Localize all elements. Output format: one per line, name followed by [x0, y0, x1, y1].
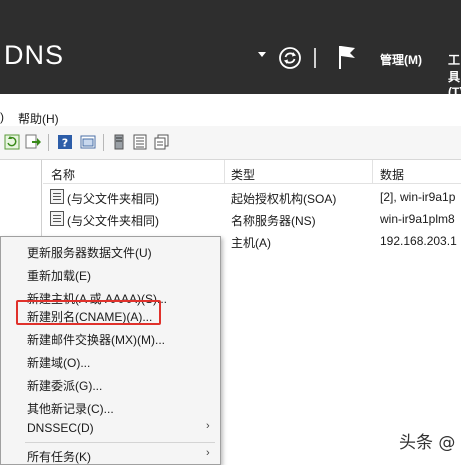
toolbar-separator	[103, 134, 104, 151]
help-icon[interactable]: ?	[57, 134, 73, 150]
record-icon	[50, 189, 64, 204]
context-menu: 更新服务器数据文件(U) 重新加载(E) 新建主机(A 或 AAAA)(S)..…	[0, 236, 221, 465]
column-header-name[interactable]: 名称	[51, 166, 75, 183]
properties-icon[interactable]	[80, 134, 96, 150]
tools-menu[interactable]: 工具(T)	[448, 51, 461, 99]
column-header-type[interactable]: 类型	[231, 166, 255, 183]
menu-item-new-mail-exchanger[interactable]: 新建邮件交换器(MX)(M)...	[27, 331, 165, 348]
copy-icon[interactable]	[154, 134, 170, 150]
column-divider[interactable]	[224, 160, 225, 184]
record-name: (与父文件夹相同)	[67, 214, 159, 228]
table-row[interactable]: (与父文件夹相同) 起始授权机构(SOA) [2], win-ir9a1p	[43, 186, 461, 208]
export-icon[interactable]	[25, 134, 41, 150]
svg-text:?: ?	[62, 137, 68, 150]
toolbar-divider	[314, 48, 316, 68]
menu-item-dnssec[interactable]: DNSSEC(D)	[27, 421, 94, 435]
menu-item-new-domain[interactable]: 新建域(O)...	[27, 354, 90, 371]
flag-icon[interactable]	[336, 44, 358, 70]
record-type: 起始授权机构(SOA)	[231, 192, 337, 206]
list-icon[interactable]	[132, 134, 148, 150]
record-name: (与父文件夹相同)	[67, 192, 159, 206]
menu-bar: ) 帮助(H)	[0, 94, 461, 126]
record-data: [2], win-ir9a1p	[380, 190, 456, 204]
menu-separator	[25, 442, 215, 443]
record-data: win-ir9a1plm8	[380, 212, 455, 226]
toolbar: ?	[0, 126, 461, 160]
list-header: 名称 类型 数据	[43, 160, 461, 184]
menu-item-help[interactable]: 帮助(H)	[18, 110, 59, 127]
server-icon[interactable]	[111, 134, 127, 150]
menu-item-all-tasks[interactable]: 所有任务(K)	[27, 448, 91, 465]
dropdown-arrow-icon[interactable]	[258, 52, 266, 57]
submenu-arrow-icon: ›	[206, 420, 210, 432]
menu-item-new-delegation[interactable]: 新建委派(G)...	[27, 377, 102, 394]
menu-item-reload[interactable]: 重新加载(E)	[27, 267, 91, 284]
toolbar-separator	[48, 134, 49, 151]
column-header-data[interactable]: 数据	[380, 166, 404, 183]
manage-menu[interactable]: 管理(M)	[380, 51, 422, 68]
menu-item-update-server-data[interactable]: 更新服务器数据文件(U)	[27, 244, 152, 261]
column-divider[interactable]	[372, 160, 373, 184]
refresh-tool-icon[interactable]	[4, 134, 20, 150]
record-type: 名称服务器(NS)	[231, 214, 316, 228]
table-row[interactable]: (与父文件夹相同) 名称服务器(NS) win-ir9a1plm8	[43, 208, 461, 230]
highlight-box	[16, 300, 161, 325]
submenu-arrow-icon: ›	[206, 447, 210, 459]
window-title: DNS	[4, 40, 65, 70]
record-icon	[50, 211, 64, 226]
menu-item-view[interactable]: )	[0, 110, 4, 124]
watermark: 头条 @	[399, 433, 456, 453]
record-data: 192.168.203.1	[380, 234, 457, 248]
record-type: 主机(A)	[231, 236, 271, 250]
title-bar: DNS 管理(M) 工具(T)	[0, 0, 461, 99]
refresh-icon[interactable]	[278, 46, 302, 70]
menu-item-other-new-records[interactable]: 其他新记录(C)...	[27, 400, 114, 417]
